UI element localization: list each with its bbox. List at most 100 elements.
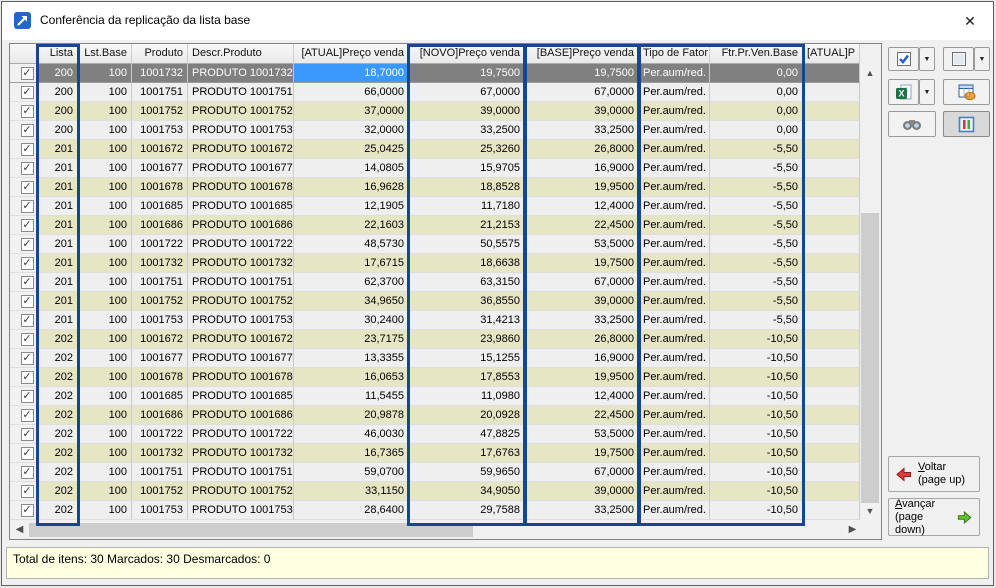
cell-produto[interactable]: 1001732	[132, 64, 188, 83]
cell-lstbase[interactable]: 100	[78, 425, 132, 444]
export-excel-button[interactable]: X	[888, 79, 919, 105]
cell-ftr[interactable]: -10,50	[710, 368, 803, 387]
row-checkbox[interactable]: ✓	[21, 352, 34, 365]
cell-produto[interactable]: 1001686	[132, 406, 188, 425]
column-header-lstbase[interactable]: Lst.Base	[78, 44, 132, 64]
cell-lista[interactable]: 201	[38, 140, 78, 159]
cell-lstbase[interactable]: 100	[78, 254, 132, 273]
cell-novo[interactable]: 63,3150	[409, 273, 525, 292]
row-checkbox[interactable]: ✓	[21, 485, 34, 498]
cell-tipo[interactable]: Per.aum/red.	[639, 197, 710, 216]
cell-produto[interactable]: 1001685	[132, 197, 188, 216]
cell-novo[interactable]: 25,3260	[409, 140, 525, 159]
cell-novo[interactable]: 20,0928	[409, 406, 525, 425]
cell-lista[interactable]: 202	[38, 501, 78, 520]
cell-base[interactable]: 22,4500	[525, 406, 639, 425]
row-checkbox[interactable]: ✓	[21, 428, 34, 441]
cell-lista[interactable]: 201	[38, 159, 78, 178]
cell-ftr[interactable]: -5,50	[710, 197, 803, 216]
cell-lista[interactable]: 201	[38, 235, 78, 254]
cell-base[interactable]: 12,4000	[525, 197, 639, 216]
scroll-up-icon[interactable]: ▲	[860, 65, 880, 82]
cell-atualp[interactable]	[803, 349, 860, 368]
avancar-page-down-button[interactable]: Avançar (page down)	[888, 498, 980, 536]
cell-lista[interactable]: 201	[38, 273, 78, 292]
cell-lstbase[interactable]: 100	[78, 444, 132, 463]
cell-produto[interactable]: 1001732	[132, 254, 188, 273]
row-checkbox[interactable]: ✓	[21, 67, 34, 80]
cell-tipo[interactable]: Per.aum/red.	[639, 406, 710, 425]
cell-lista[interactable]: 202	[38, 444, 78, 463]
cell-ftr[interactable]: -5,50	[710, 235, 803, 254]
cell-atualp[interactable]	[803, 121, 860, 140]
cell-lista[interactable]: 201	[38, 178, 78, 197]
cell-tipo[interactable]: Per.aum/red.	[639, 482, 710, 501]
cell-atual[interactable]: 12,1905	[294, 197, 409, 216]
row-checkbox[interactable]: ✓	[21, 409, 34, 422]
cell-atualp[interactable]	[803, 197, 860, 216]
cell-lstbase[interactable]: 100	[78, 387, 132, 406]
cell-lstbase[interactable]: 100	[78, 121, 132, 140]
row-checkbox[interactable]: ✓	[21, 371, 34, 384]
cell-novo[interactable]: 29,7588	[409, 501, 525, 520]
cell-produto[interactable]: 1001753	[132, 121, 188, 140]
row-checkbox[interactable]: ✓	[21, 143, 34, 156]
cell-tipo[interactable]: Per.aum/red.	[639, 83, 710, 102]
cell-ftr[interactable]: -5,50	[710, 292, 803, 311]
cell-atualp[interactable]	[803, 273, 860, 292]
cell-ftr[interactable]: -5,50	[710, 311, 803, 330]
cell-ftr[interactable]: -5,50	[710, 254, 803, 273]
cell-tipo[interactable]: Per.aum/red.	[639, 292, 710, 311]
cell-lista[interactable]: 201	[38, 292, 78, 311]
cell-novo[interactable]: 67,0000	[409, 83, 525, 102]
cell-atualp[interactable]	[803, 482, 860, 501]
cell-base[interactable]: 39,0000	[525, 482, 639, 501]
row-checkbox[interactable]: ✓	[21, 504, 34, 517]
cell-tipo[interactable]: Per.aum/red.	[639, 387, 710, 406]
cell-novo[interactable]: 47,8825	[409, 425, 525, 444]
table-row[interactable]: ✓2011001001751PRODUTO 100175162,370063,3…	[10, 273, 860, 292]
cell-lista[interactable]: 202	[38, 406, 78, 425]
cell-lstbase[interactable]: 100	[78, 159, 132, 178]
table-row[interactable]: ✓2021001001732PRODUTO 100173216,736517,6…	[10, 444, 860, 463]
cell-ftr[interactable]: -10,50	[710, 406, 803, 425]
export-dropdown[interactable]: ▼	[919, 79, 935, 105]
cell-tipo[interactable]: Per.aum/red.	[639, 121, 710, 140]
cell-novo[interactable]: 11,7180	[409, 197, 525, 216]
table-row[interactable]: ✓2001001001732PRODUTO 100173218,700019,7…	[10, 64, 860, 83]
cell-lstbase[interactable]: 100	[78, 292, 132, 311]
cell-lista[interactable]: 201	[38, 216, 78, 235]
cell-produto[interactable]: 1001685	[132, 387, 188, 406]
cell-lista[interactable]: 202	[38, 463, 78, 482]
cell-atual[interactable]: 14,0805	[294, 159, 409, 178]
cell-atual[interactable]: 18,7000	[294, 64, 409, 83]
cell-lista[interactable]: 202	[38, 482, 78, 501]
table-row[interactable]: ✓2021001001722PRODUTO 100172246,003047,8…	[10, 425, 860, 444]
cell-produto[interactable]: 1001753	[132, 311, 188, 330]
cell-tipo[interactable]: Per.aum/red.	[639, 273, 710, 292]
cell-base[interactable]: 67,0000	[525, 463, 639, 482]
cell-ftr[interactable]: -10,50	[710, 463, 803, 482]
cell-produto[interactable]: 1001752	[132, 482, 188, 501]
cell-atual[interactable]: 11,5455	[294, 387, 409, 406]
cell-ftr[interactable]: -10,50	[710, 501, 803, 520]
cell-lista[interactable]: 202	[38, 425, 78, 444]
cell-novo[interactable]: 15,9705	[409, 159, 525, 178]
cell-lista[interactable]: 200	[38, 64, 78, 83]
cell-ftr[interactable]: 0,00	[710, 102, 803, 121]
cell-ftr[interactable]: 0,00	[710, 121, 803, 140]
cell-descr[interactable]: PRODUTO 1001752	[188, 102, 294, 121]
cell-descr[interactable]: PRODUTO 1001732	[188, 64, 294, 83]
cell-novo[interactable]: 59,9650	[409, 463, 525, 482]
cell-novo[interactable]: 18,6638	[409, 254, 525, 273]
row-checkbox[interactable]: ✓	[21, 257, 34, 270]
cell-novo[interactable]: 33,2500	[409, 121, 525, 140]
apply-selection-button[interactable]	[943, 79, 990, 105]
cell-tipo[interactable]: Per.aum/red.	[639, 444, 710, 463]
horizontal-scrollbar[interactable]: ◀ ▶	[11, 522, 861, 538]
cell-base[interactable]: 16,9000	[525, 159, 639, 178]
cell-atual[interactable]: 46,0030	[294, 425, 409, 444]
cell-ftr[interactable]: 0,00	[710, 64, 803, 83]
table-row[interactable]: ✓2021001001672PRODUTO 100167223,717523,9…	[10, 330, 860, 349]
cell-descr[interactable]: PRODUTO 1001686	[188, 216, 294, 235]
